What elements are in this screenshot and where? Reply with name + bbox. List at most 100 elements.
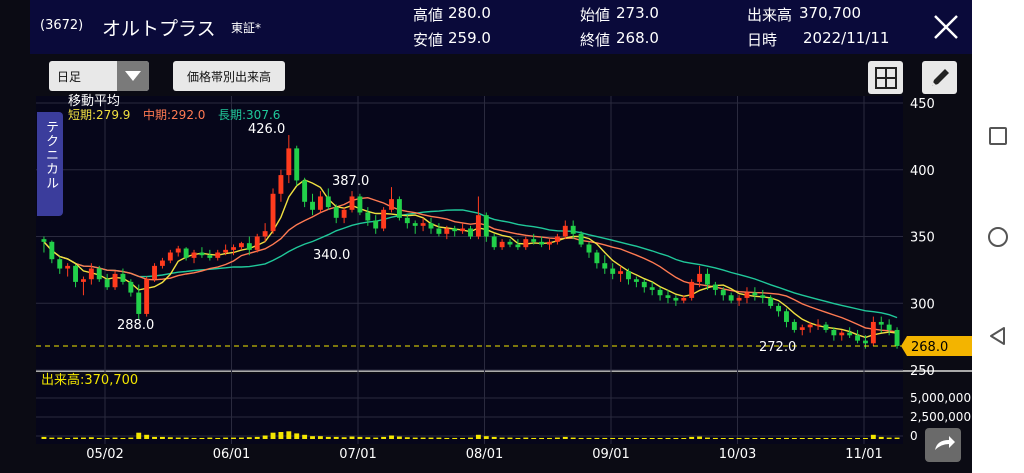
volume-bar bbox=[475, 434, 481, 439]
volume-bar bbox=[57, 437, 63, 439]
candle-body bbox=[357, 196, 363, 213]
volume-bar bbox=[760, 438, 766, 439]
candle-body bbox=[641, 281, 647, 288]
candle-body bbox=[223, 249, 229, 253]
volume-tick-label: 5,000,000 bbox=[910, 391, 971, 405]
candle-body bbox=[791, 321, 797, 330]
volume-bar bbox=[412, 437, 418, 439]
candle-body bbox=[412, 223, 418, 226]
volume-bar bbox=[839, 438, 845, 439]
volume-bar bbox=[641, 438, 647, 439]
candle bbox=[112, 271, 118, 290]
volume-bar bbox=[310, 436, 315, 439]
volume-bar bbox=[736, 438, 742, 439]
candle-body bbox=[310, 201, 315, 210]
price-chart[interactable]: 450 400 350 300 250 05/02 06/01 07/01 08/01 09/01… bbox=[0, 0, 972, 473]
volume-bar bbox=[120, 437, 126, 439]
candle-body bbox=[144, 279, 150, 314]
y-tick-label: 450 bbox=[910, 97, 935, 112]
volume-bar bbox=[515, 437, 521, 439]
candle-body bbox=[720, 289, 726, 296]
candle-body bbox=[96, 268, 102, 280]
volume-bar bbox=[73, 437, 78, 439]
candle-body bbox=[736, 297, 742, 301]
volume-bar bbox=[705, 437, 710, 439]
volume-bar bbox=[112, 437, 118, 439]
volume-bar bbox=[776, 438, 782, 439]
candle bbox=[270, 188, 276, 234]
x-tick-label: 06/01 bbox=[213, 447, 250, 462]
volume-bar bbox=[428, 437, 434, 439]
candle-body bbox=[728, 295, 734, 301]
candle-body bbox=[341, 209, 347, 218]
volume-bar bbox=[791, 438, 797, 439]
volume-bar bbox=[507, 437, 513, 439]
volume-bar bbox=[815, 438, 821, 439]
share-icon[interactable] bbox=[925, 428, 961, 462]
x-tick-label: 11/01 bbox=[845, 447, 882, 462]
circle-icon[interactable] bbox=[972, 225, 1024, 249]
candle-body bbox=[460, 228, 466, 232]
volume-bar bbox=[144, 434, 150, 439]
volume-bar bbox=[491, 436, 497, 439]
y-tick-label: 350 bbox=[910, 231, 935, 246]
volume-bar bbox=[712, 437, 718, 439]
candle-body bbox=[159, 260, 165, 266]
candle-body bbox=[365, 212, 371, 221]
volume-bar bbox=[317, 436, 323, 439]
candle-body bbox=[594, 252, 600, 264]
candle-body bbox=[681, 297, 687, 301]
candle-body bbox=[570, 225, 576, 234]
candle-body bbox=[799, 327, 805, 330]
candle-body bbox=[547, 241, 552, 245]
volume-bar bbox=[870, 434, 876, 439]
candle-body bbox=[436, 228, 442, 234]
volume-bar bbox=[325, 436, 331, 439]
candle-body bbox=[807, 324, 813, 328]
volume-bar bbox=[396, 436, 402, 439]
volume-bar bbox=[96, 437, 102, 439]
volume-bar bbox=[649, 438, 655, 439]
candle-body bbox=[618, 271, 624, 274]
candle-body bbox=[562, 225, 568, 237]
volume-bar bbox=[499, 437, 505, 439]
volume-bar bbox=[697, 436, 703, 439]
volume-bar bbox=[460, 437, 466, 439]
candle-body bbox=[404, 217, 410, 224]
volume-bar bbox=[88, 437, 94, 439]
volume-bar bbox=[468, 437, 473, 439]
candle-body bbox=[238, 243, 244, 248]
candle-body bbox=[523, 239, 529, 248]
candle-body bbox=[57, 259, 63, 269]
volume-bar bbox=[238, 437, 244, 439]
volume-bar bbox=[231, 437, 236, 439]
volume-bar bbox=[689, 436, 695, 439]
volume-bar bbox=[152, 436, 157, 439]
candle-body bbox=[444, 228, 450, 234]
technical-tab[interactable]: テクニカル bbox=[37, 112, 63, 216]
volume-bar bbox=[199, 437, 205, 439]
volume-bar bbox=[562, 436, 568, 439]
triangle-back-icon[interactable] bbox=[972, 325, 1024, 347]
candle-body bbox=[760, 295, 766, 298]
candle-body bbox=[262, 231, 268, 237]
volume-bar bbox=[349, 436, 355, 439]
volume-bar bbox=[547, 437, 552, 439]
x-tick-label: 08/01 bbox=[466, 447, 503, 462]
volume-bar bbox=[365, 437, 371, 439]
candle-body bbox=[870, 321, 876, 344]
volume-bar bbox=[420, 437, 426, 439]
candle-body bbox=[578, 233, 584, 245]
candle-body bbox=[894, 329, 900, 346]
candle-body bbox=[452, 228, 458, 232]
candle-body bbox=[215, 252, 221, 258]
square-icon[interactable] bbox=[972, 125, 1024, 147]
volume-bar bbox=[302, 434, 308, 439]
volume-bar bbox=[531, 437, 537, 439]
price-annotation: 426.0 bbox=[248, 122, 285, 137]
volume-bar bbox=[886, 437, 892, 439]
candle-body bbox=[183, 248, 189, 258]
candle-body bbox=[373, 220, 379, 229]
candle-body bbox=[839, 332, 845, 336]
candle-body bbox=[420, 223, 426, 226]
